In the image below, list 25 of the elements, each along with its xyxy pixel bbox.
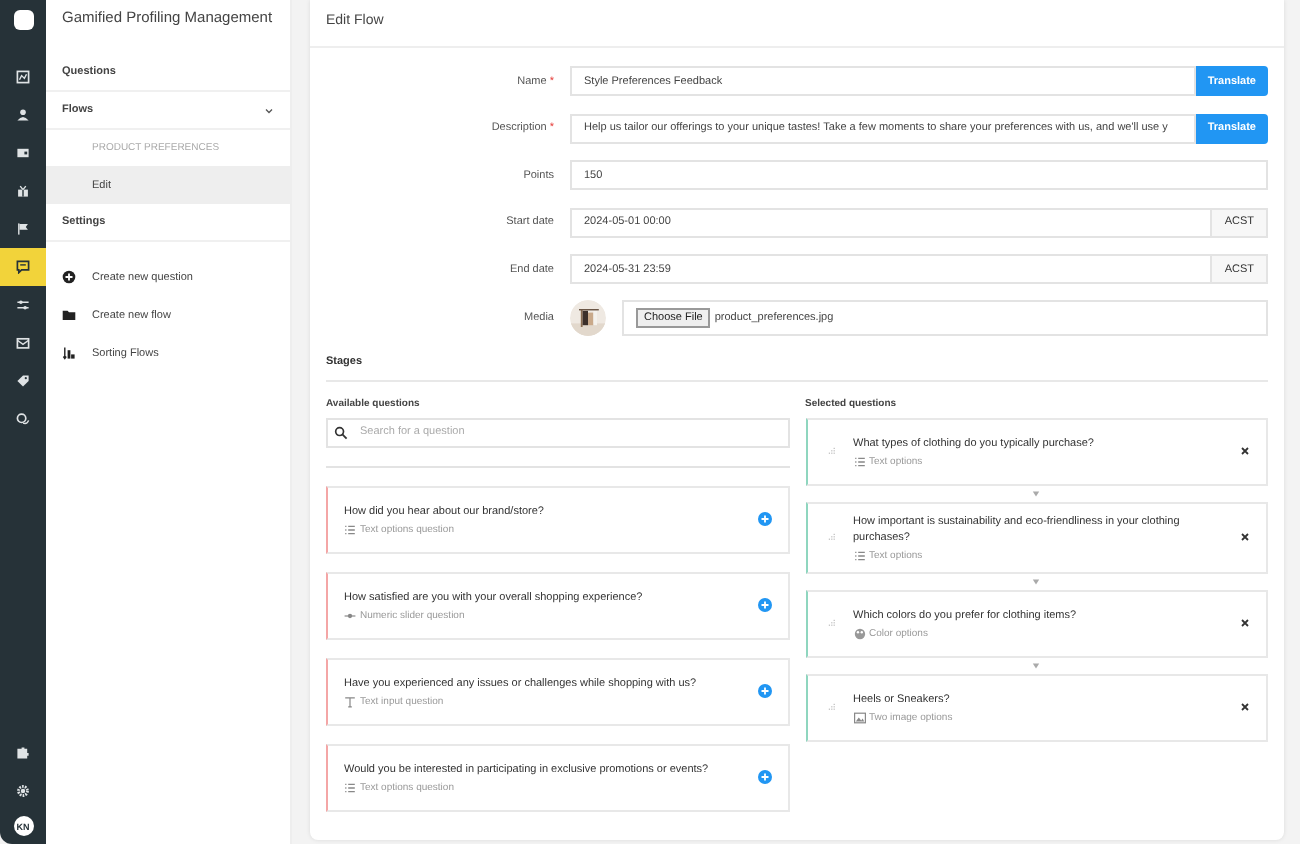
folder-icon xyxy=(62,308,76,322)
close-icon xyxy=(1240,446,1250,457)
add-icon xyxy=(757,770,771,785)
arrow-down-icon xyxy=(1030,577,1043,586)
list-icon xyxy=(344,523,356,536)
search-icon xyxy=(334,425,348,440)
slider-icon xyxy=(344,609,356,622)
add-icon xyxy=(757,684,771,699)
add-circle-icon xyxy=(62,270,76,284)
image-icon xyxy=(853,711,865,724)
logo-icon[interactable] xyxy=(13,10,33,30)
close-icon xyxy=(1240,532,1250,543)
arrow-down-icon xyxy=(1030,661,1043,670)
close-icon xyxy=(1240,618,1250,629)
arrow-down-icon xyxy=(1030,489,1043,498)
add-icon xyxy=(757,512,771,527)
list-icon xyxy=(853,549,865,562)
add-icon xyxy=(757,598,771,613)
sort-icon xyxy=(62,346,76,360)
text-icon xyxy=(344,695,356,708)
close-icon xyxy=(1240,702,1250,713)
list-icon xyxy=(853,455,865,468)
list-icon xyxy=(344,781,356,794)
chat-icon[interactable] xyxy=(0,248,46,286)
palette-icon xyxy=(853,627,865,640)
